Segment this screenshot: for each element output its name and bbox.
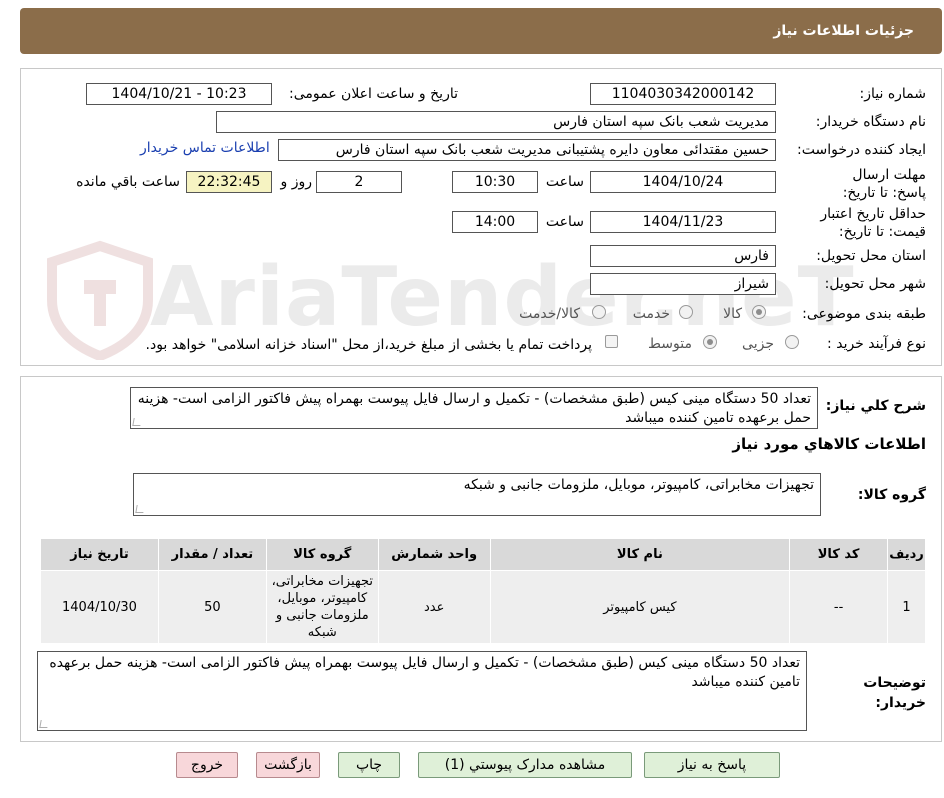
col-header-code: کد کالا — [789, 538, 889, 571]
reply-button[interactable]: پاسخ به نیاز — [644, 752, 780, 778]
requester-label: ایجاد کننده درخواست: — [797, 142, 926, 158]
remaining-label: ساعت باقي مانده — [76, 174, 180, 190]
cell-need-date: 1404/10/30 — [40, 570, 159, 644]
requester-field: حسین مقتدائی معاون دایره پشتیبانی مدیریت… — [278, 139, 776, 161]
col-header-group: گروه کالا — [265, 538, 379, 571]
buyer-notes-text: تعداد 50 دستگاه مینی کیس (طبق مشخصات) - … — [49, 655, 800, 690]
need-number-field: 1104030342000142 — [590, 83, 776, 105]
category-label: طبقه بندی موضوعی: — [802, 306, 926, 322]
summary-label: شرح کلي نياز: — [825, 398, 926, 414]
days-label: روز و — [280, 174, 313, 190]
deadline-date-field: 1404/10/24 — [590, 171, 776, 193]
deadline-time-label: ساعت — [545, 174, 584, 190]
process-minor-radio[interactable] — [785, 335, 799, 349]
cell-unit: عدد — [377, 570, 491, 644]
summary-text: تعداد 50 دستگاه مینی کیس (طبق مشخصات) - … — [137, 391, 811, 426]
province-field: فارس — [590, 245, 776, 267]
col-header-need-date: تاریخ نیاز — [40, 538, 159, 571]
col-header-row-number: ردیف — [887, 538, 926, 571]
announce-label: تاریخ و ساعت اعلان عمومی: — [289, 86, 458, 102]
validity-label: حداقل تاریخ اعتبار قیمت: تا تاریخ: — [820, 206, 926, 240]
goods-group-textarea: تجهیزات مخابراتی، کامپیوتر، موبایل، ملزو… — [133, 473, 821, 516]
exit-button[interactable]: خروج — [176, 752, 238, 778]
page-title: جزئیات اطلاعات نیاز — [773, 23, 914, 39]
category-service-radio[interactable] — [679, 305, 693, 319]
cell-row-number: 1 — [887, 570, 926, 644]
cell-code: -- — [789, 570, 889, 644]
summary-textarea: تعداد 50 دستگاه مینی کیس (طبق مشخصات) - … — [130, 387, 818, 429]
col-header-quantity: تعداد / مقدار — [157, 538, 267, 571]
resize-grip-icon — [135, 505, 145, 513]
category-goods-service-label: کالا/خدمت — [519, 306, 580, 322]
treasury-payment-checkbox[interactable] — [605, 335, 618, 348]
page-header: جزئیات اطلاعات نیاز — [20, 8, 942, 54]
process-minor-label: جزیی — [742, 336, 774, 352]
treasury-payment-note: پرداخت تمام یا بخشی از مبلغ خرید،از محل … — [145, 337, 592, 353]
days-count-field: 2 — [316, 171, 402, 193]
category-service-label: خدمت — [632, 306, 670, 322]
table-header-row: ردیف کد کالا نام کالا واحد شمارش گروه کا… — [40, 538, 926, 571]
goods-table: ردیف کد کالا نام کالا واحد شمارش گروه کا… — [40, 538, 926, 644]
validity-date-field: 1404/11/23 — [590, 211, 776, 233]
validity-time-field: 14:00 — [452, 211, 538, 233]
buyer-contact-link[interactable]: اطلاعات تماس خریدار — [140, 140, 270, 156]
validity-time-label: ساعت — [545, 214, 584, 230]
process-label: نوع فرآیند خرید : — [827, 336, 926, 352]
print-button[interactable]: چاپ — [338, 752, 400, 778]
buyer-org-field: مدیریت شعب بانک سپه استان فارس — [216, 111, 776, 133]
goods-group-label: گروه کالا: — [857, 487, 926, 503]
remaining-time-field: 22:32:45 — [186, 171, 272, 193]
resize-grip-icon — [39, 720, 49, 728]
deadline-time-field: 10:30 — [452, 171, 538, 193]
deadline-label: مهلت ارسال پاسخ: تا تاریخ: — [842, 167, 926, 201]
buyer-org-label: نام دستگاه خریدار: — [815, 114, 926, 130]
need-number-label: شماره نیاز: — [859, 86, 927, 102]
goods-info-title: اطلاعات کالاهاي مورد نياز — [732, 435, 926, 453]
cell-quantity: 50 — [157, 570, 267, 644]
city-label: شهر محل تحویل: — [824, 276, 926, 292]
province-label: استان محل تحویل: — [816, 248, 926, 264]
table-row: 1 -- کیس کامپیوتر عدد تجهیزات مخابراتی، … — [40, 570, 926, 644]
city-field: شیراز — [590, 273, 776, 295]
buyer-notes-textarea: تعداد 50 دستگاه مینی کیس (طبق مشخصات) - … — [37, 651, 807, 731]
back-button[interactable]: بازگشت — [256, 752, 320, 778]
goods-group-text: تجهیزات مخابراتی، کامپیوتر، موبایل، ملزو… — [463, 477, 814, 493]
category-goods-service-radio[interactable] — [592, 305, 606, 319]
col-header-unit: واحد شمارش — [377, 538, 491, 571]
buyer-notes-label: توضیحات خریدار: — [863, 675, 926, 711]
resize-grip-icon — [132, 418, 142, 426]
process-medium-label: متوسط — [648, 336, 692, 352]
category-goods-radio[interactable] — [752, 305, 766, 319]
cell-group: تجهیزات مخابراتی، کامپیوتر، موبایل، ملزو… — [265, 570, 379, 644]
process-medium-radio[interactable] — [703, 335, 717, 349]
view-attachments-button[interactable]: مشاهده مدارک پیوستي (1) — [418, 752, 632, 778]
announce-datetime-field: 1404/10/21 - 10:23 — [86, 83, 272, 105]
category-goods-label: کالا — [723, 306, 742, 322]
cell-name: کیس کامپیوتر — [489, 570, 791, 644]
col-header-name: نام کالا — [489, 538, 791, 571]
